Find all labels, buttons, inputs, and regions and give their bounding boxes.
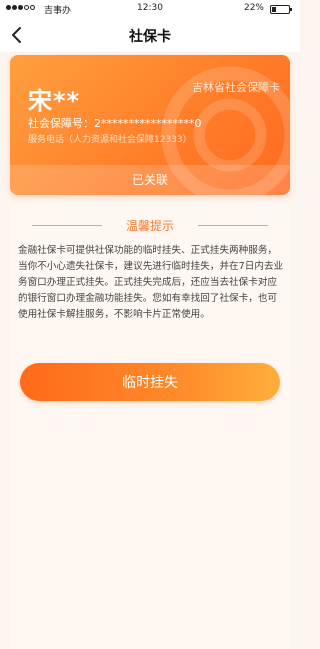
- tips-divider-right: [198, 225, 268, 226]
- status-bar: 吉事办 12:30 22%: [0, 0, 300, 18]
- battery-icon: [270, 5, 292, 14]
- page-title: 社保卡: [129, 29, 171, 45]
- tips-body: 金融社保卡可提供社保功能的临时挂失、正式挂失两种服务，当你不小心遗失社保卡，建议…: [18, 245, 284, 320]
- social-security-number-label: 社会保障号：: [28, 117, 94, 130]
- back-button[interactable]: [6, 24, 28, 46]
- card-issuer: 吉林省社会保障卡: [192, 81, 280, 94]
- service-phone: 服务电话（人力资源和社会保障12333）: [28, 135, 192, 145]
- tips-panel: 温馨提示 金融社保卡可提供社保功能的临时挂失、正式挂失两种服务，当你不小心遗失社…: [10, 203, 290, 649]
- tips-header: 温馨提示: [10, 215, 290, 235]
- card-status: 已关联: [10, 165, 290, 195]
- battery-percent: 22%: [243, 3, 264, 13]
- temporary-report-loss-button[interactable]: 临时挂失: [20, 363, 280, 401]
- chevron-left-icon: [12, 27, 21, 43]
- social-security-card[interactable]: 宋** 吉林省社会保障卡 社会保障号：2*****************0 服…: [10, 55, 290, 195]
- card-holder-name: 宋**: [28, 87, 81, 115]
- battery-level-fill: [272, 7, 276, 12]
- social-security-number-value: 2*****************0: [94, 117, 202, 130]
- navigation-bar: 社保卡: [0, 18, 300, 52]
- social-security-number: 社会保障号：2*****************0: [28, 115, 202, 131]
